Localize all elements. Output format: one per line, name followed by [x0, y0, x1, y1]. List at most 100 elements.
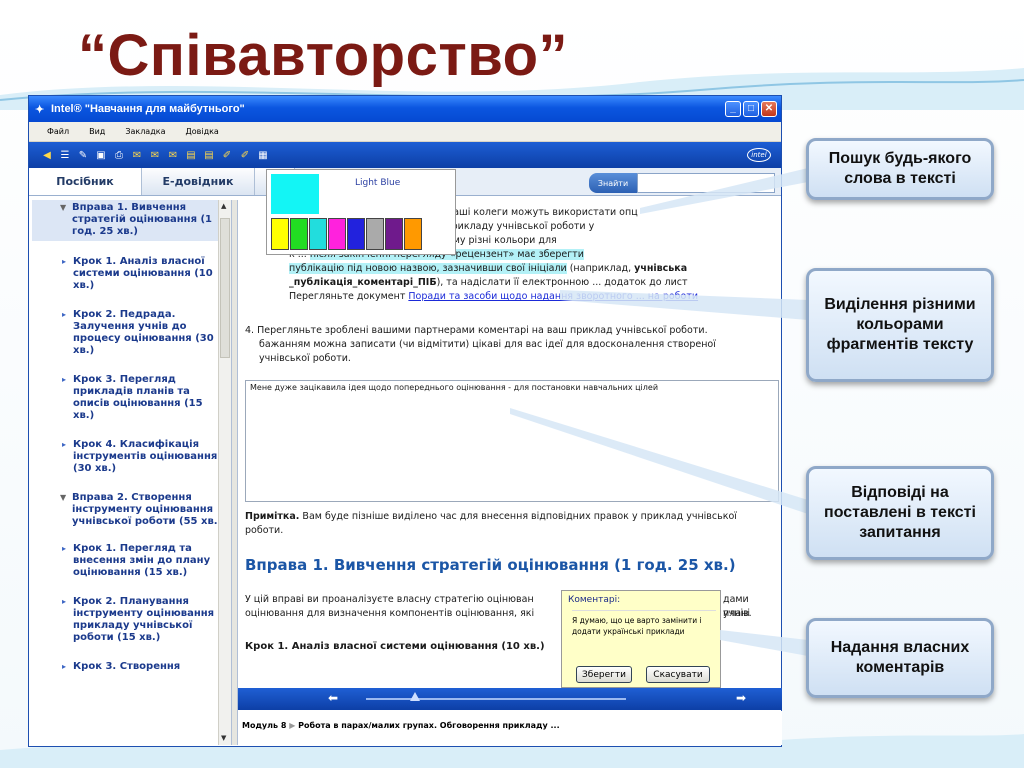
maximize-button[interactable]: □: [743, 101, 759, 117]
bold-text: учнівська: [634, 263, 688, 274]
save-disk-icon[interactable]: ▣: [95, 149, 107, 161]
intro-paragraph: У цій вправі ви проаналізуєте власну стр…: [245, 593, 752, 621]
swatch-green[interactable]: [290, 218, 308, 250]
menu-bookmark[interactable]: Закладка: [125, 127, 165, 136]
answer-textarea[interactable]: Мене дуже зацікавила ідея щодо попереднь…: [245, 380, 779, 502]
note-paragraph: Примітка. Вам буде пізніше виділено час …: [245, 510, 737, 538]
tab-e-reference[interactable]: Е-довідник: [142, 168, 255, 195]
comment-popup: Коментарі: Я думаю, що це варто замінити…: [561, 590, 721, 688]
sidebar-item-label: Вправа 1. Вивчення стратегій оцінювання …: [72, 202, 213, 237]
window-titlebar[interactable]: ✦ Intel® "Навчання для майбутнього" _ □ …: [29, 96, 781, 122]
swatch-light-blue[interactable]: [309, 218, 327, 250]
bullet-arrow-icon: ▸: [62, 257, 67, 266]
text-line: оцінювання для визначення компонентів оц…: [245, 607, 752, 621]
menu-view[interactable]: Вид: [89, 127, 105, 136]
sidebar-item-label: Крок 1. Аналіз власної системи оцінюванн…: [73, 256, 213, 291]
bold-text: _публікація_коментарі_ПІБ: [289, 277, 437, 288]
sidebar-scrollbar[interactable]: ▲ ▼: [218, 200, 231, 745]
bullet-arrow-icon: ▸: [62, 662, 67, 671]
sidebar-item-label: Крок 2. Педрада. Залучення учнів до проц…: [73, 309, 214, 356]
page-navigation-bar: ⬅ ➡: [238, 688, 782, 710]
sidebar-item-step-3[interactable]: ▸ Крок 3. Перегляд прикладів планів та оп…: [32, 374, 231, 422]
comment-prev-icon[interactable]: ✉: [167, 149, 179, 161]
tree-icon[interactable]: ☰: [59, 149, 71, 161]
scroll-down-arrow-icon[interactable]: ▼: [221, 734, 226, 742]
scroll-thumb[interactable]: [220, 218, 230, 358]
comment-textarea[interactable]: Я думаю, що це варто замінити і додати у…: [572, 610, 716, 662]
swatch-gray[interactable]: [366, 218, 384, 250]
highlighted-text[interactable]: публікацію під новою назвою, зазначивши …: [289, 263, 567, 274]
status-module: Модуль 8: [242, 721, 287, 730]
text-run: (наприклад,: [566, 263, 635, 274]
palette-selected-label: Light Blue: [355, 178, 401, 188]
swatch-purple[interactable]: [385, 218, 403, 250]
print-icon[interactable]: ⎙: [113, 149, 125, 161]
text-line: публікацію під новою назвою, зазначивши …: [265, 262, 698, 276]
sidebar-item-exercise-1[interactable]: ▼ Вправа 1. Вивчення стратегій оцінювання…: [32, 200, 231, 241]
sidebar-item-step-1[interactable]: ▸ Крок 1. Аналіз власної системи оцінюван…: [32, 256, 231, 292]
swatch-pink[interactable]: [328, 218, 346, 250]
text-run: ), та надіслати її електронною ... додат…: [436, 277, 688, 288]
swatch-orange[interactable]: [404, 218, 422, 250]
note-add-icon[interactable]: ▤: [203, 149, 215, 161]
step-title: Крок 1. Аналіз власної системи оцінюванн…: [245, 641, 545, 652]
page-slider-thumb[interactable]: [410, 692, 420, 701]
expand-triangle-icon[interactable]: ▼: [60, 492, 66, 504]
palette-icon[interactable]: ▦: [257, 149, 269, 161]
cancel-comment-button[interactable]: Скасувати: [646, 666, 710, 683]
text-line: _публікація_коментарі_ПІБ), та надіслати…: [265, 276, 698, 290]
sidebar-item-ex2-step-3[interactable]: ▸ Крок 3. Створення: [32, 661, 231, 673]
highlighter-icon[interactable]: ✐: [221, 149, 233, 161]
app-logo-icon: ✦: [35, 104, 45, 116]
swatch-blue[interactable]: [347, 218, 365, 250]
exercise-heading: Вправа 1. Вивчення стратегій оцінювання …: [245, 556, 736, 574]
text-run: У цій вправі ви проаналізуєте власну стр…: [245, 594, 534, 605]
scroll-up-arrow-icon[interactable]: ▲: [221, 202, 226, 210]
comment-next-icon[interactable]: ✉: [149, 149, 161, 161]
text-run: оцінювання для визначення компонентів оц…: [245, 608, 535, 619]
pane-splitter[interactable]: [232, 200, 238, 745]
swatch-yellow[interactable]: [271, 218, 289, 250]
search-input[interactable]: [637, 173, 775, 193]
window-title: Intel® "Навчання для майбутнього": [51, 103, 245, 115]
comment-title: Коментарі:: [568, 595, 621, 605]
sidebar-item-exercise-2[interactable]: ▼ Вправа 2. Створення інструменту оцінюва…: [32, 492, 231, 528]
close-button[interactable]: ✕: [761, 101, 777, 117]
text-run: Вам буде пізніше виділено час для внесен…: [299, 511, 737, 522]
menu-file[interactable]: Файл: [47, 127, 69, 136]
sidebar-item-step-2[interactable]: ▸ Крок 2. Педрада. Залучення учнів до про…: [32, 309, 231, 357]
text-run: Перегляньте документ: [289, 291, 409, 302]
save-comment-button[interactable]: Зберегти: [576, 666, 632, 683]
highlight-color-palette: Light Blue: [266, 169, 456, 255]
sidebar-item-label: Крок 1. Перегляд та внесення змін до пла…: [73, 543, 211, 578]
sidebar-item-ex2-step-1[interactable]: ▸ Крок 1. Перегляд та внесення змін до пл…: [32, 543, 231, 579]
text-line: бажанням можна записати (чи відмітити) ц…: [259, 339, 716, 350]
sidebar-item-label: Вправа 2. Створення інструменту оцінюван…: [72, 492, 223, 527]
minimize-button[interactable]: _: [725, 101, 741, 117]
palette-selected-preview: [271, 174, 319, 214]
callout-search: Пошук будь-якого слова в тексті: [806, 138, 994, 200]
feedback-tips-link[interactable]: Поради та засоби щодо надання зворотного…: [408, 291, 698, 302]
edit-document-icon[interactable]: ✎: [77, 149, 89, 161]
tab-guide[interactable]: Посібник: [29, 168, 142, 195]
sidebar-tree: ▼ Вправа 1. Вивчення стратегій оцінювання…: [32, 200, 232, 745]
paragraph-4: 4. Перегляньте зроблені вашими партнерам…: [245, 324, 716, 366]
menu-help[interactable]: Довідка: [185, 127, 218, 136]
next-page-arrow-icon[interactable]: ➡: [736, 691, 746, 705]
menu-bar: Файл Вид Закладка Довідка: [29, 122, 781, 142]
text-line: У цій вправі ви проаналізуєте власну стр…: [245, 593, 750, 619]
sidebar-item-step-4[interactable]: ▸ Крок 4. Класифікація інструментів оціню…: [32, 439, 231, 475]
note-icon[interactable]: ▤: [185, 149, 197, 161]
comment-icon[interactable]: ✉: [131, 149, 143, 161]
page-slider-track[interactable]: [366, 698, 626, 700]
bullet-arrow-icon: ▸: [62, 597, 67, 606]
highlighter-color-icon[interactable]: ✐: [239, 149, 251, 161]
note-label: Примітка.: [245, 511, 300, 522]
back-arrow-icon[interactable]: ◀: [41, 149, 53, 161]
prev-page-arrow-icon[interactable]: ⬅: [328, 691, 338, 705]
bullet-arrow-icon: ▸: [62, 440, 67, 449]
bullet-arrow-icon: ▸: [62, 375, 67, 384]
expand-triangle-icon[interactable]: ▼: [60, 202, 66, 214]
sidebar-item-ex2-step-2[interactable]: ▸ Крок 2. Планування інструменту оцінюван…: [32, 596, 231, 644]
search-button[interactable]: Знайти: [589, 173, 637, 193]
